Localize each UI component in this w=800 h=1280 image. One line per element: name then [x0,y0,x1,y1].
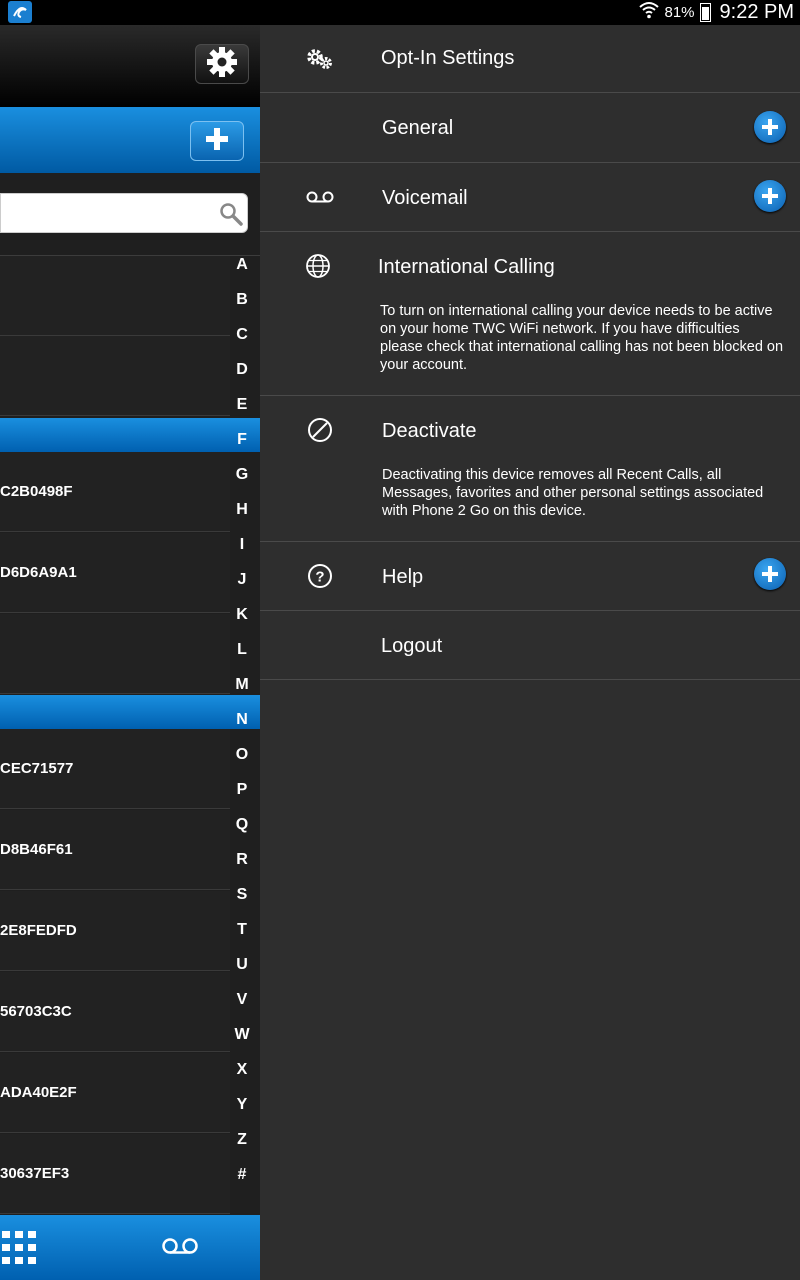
voicemail-icon [304,181,336,213]
index-letter[interactable]: N [228,711,256,729]
settings-menu: Opt-In Settings General Voicemail Intern… [260,25,800,1280]
index-letter[interactable]: # [228,1166,256,1184]
contact-row[interactable] [0,256,230,336]
index-letter[interactable]: F [228,431,256,449]
index-letter[interactable]: D [228,361,256,379]
index-letter[interactable]: J [228,571,256,589]
voicemail-tab-icon[interactable] [162,1237,198,1260]
index-letter[interactable]: Q [228,816,256,834]
menu-item-voicemail[interactable]: Voicemail [260,163,800,232]
index-letter[interactable]: E [228,396,256,414]
index-letter[interactable]: H [228,501,256,519]
deactivate-description: Deactivating this device removes all Rec… [382,467,764,519]
menu-item-label: Opt-In Settings [381,47,515,69]
contact-name: D8B46F61 [0,841,73,858]
menu-item-international-calling[interactable]: International Calling To turn on interna… [260,232,800,396]
index-letter[interactable]: W [228,1026,256,1044]
clock: 9:22 PM [719,1,794,23]
contact-name: 30637EF3 [0,1165,70,1182]
expand-voicemail-button[interactable] [754,180,786,212]
block-icon [304,414,336,446]
contact-row[interactable]: 30637EF3 [0,1134,230,1214]
contact-row[interactable]: C2B0498F [0,452,230,532]
svg-text:?: ? [315,569,324,586]
gears-icon [304,43,336,75]
index-letter[interactable]: Y [228,1096,256,1114]
menu-item-label: Help [382,566,424,588]
menu-item-logout[interactable]: Logout [260,611,800,680]
battery-percent: 81% [664,4,695,21]
gear-icon [206,46,238,83]
contact-name: C2B0498F [0,483,73,500]
contact-name: D6D6A9A1 [0,564,77,581]
contact-row[interactable] [0,614,230,694]
contact-row[interactable]: 56703C3C [0,972,230,1052]
menu-item-label: Logout [381,635,443,657]
index-letter[interactable]: Z [228,1131,256,1149]
index-letter[interactable]: O [228,746,256,764]
app-notification-icon [8,1,32,23]
menu-item-opt-in-settings[interactable]: Opt-In Settings [260,25,800,93]
menu-item-label: Voicemail [382,187,468,209]
keypad-icon[interactable] [2,1231,38,1270]
search-icon [219,202,243,231]
help-icon: ? [304,560,336,592]
index-letter[interactable]: G [228,466,256,484]
contact-row[interactable]: 2E8FEDFD [0,891,230,971]
index-letter[interactable]: U [228,956,256,974]
status-bar: 81% 9:22 PM [0,0,800,25]
index-letter[interactable]: I [228,536,256,554]
menu-item-general[interactable]: General [260,93,800,163]
contact-row[interactable]: D8B46F61 [0,810,230,890]
index-letter[interactable]: S [228,886,256,904]
index-letter[interactable]: M [228,676,256,694]
international-calling-description: To turn on international calling your de… [380,303,784,373]
index-letter[interactable]: P [228,781,256,799]
contacts-pane: C2B0498F D6D6A9A1 CEC71577 D8B46F61 2E8F… [0,25,260,1280]
wifi-icon [639,1,660,24]
add-contact-button[interactable] [190,121,244,161]
contact-name: 56703C3C [0,1003,72,1020]
settings-button[interactable] [195,44,249,84]
menu-item-label: International Calling [378,256,555,278]
contact-name: CEC71577 [0,760,74,777]
contact-row[interactable]: CEC71577 [0,729,230,809]
globe-icon [302,250,334,282]
menu-item-label: General [382,117,454,139]
contact-row[interactable] [0,336,230,416]
index-letter[interactable]: X [228,1061,256,1079]
search-input[interactable] [0,193,248,233]
menu-item-help[interactable]: ? Help [260,542,800,611]
contact-row[interactable]: D6D6A9A1 [0,533,230,613]
index-letter[interactable]: L [228,641,256,659]
index-letter[interactable]: B [228,291,256,309]
section-header [0,418,260,452]
index-letter[interactable]: A [228,256,256,274]
contact-name: 2E8FEDFD [0,922,77,939]
plus-icon [204,126,230,157]
expand-help-button[interactable] [754,558,786,590]
section-header [0,695,260,729]
index-letter[interactable]: T [228,921,256,939]
contact-name: ADA40E2F [0,1084,77,1101]
index-letter[interactable]: R [228,851,256,869]
index-letter[interactable]: V [228,991,256,1009]
contact-row[interactable]: ADA40E2F [0,1053,230,1133]
menu-item-deactivate[interactable]: Deactivate Deactivating this device remo… [260,396,800,542]
expand-general-button[interactable] [754,111,786,143]
index-letter[interactable]: C [228,326,256,344]
battery-icon [699,3,711,22]
bottom-tab-bar [0,1215,260,1280]
menu-item-label: Deactivate [382,420,477,442]
index-letter[interactable]: K [228,606,256,624]
